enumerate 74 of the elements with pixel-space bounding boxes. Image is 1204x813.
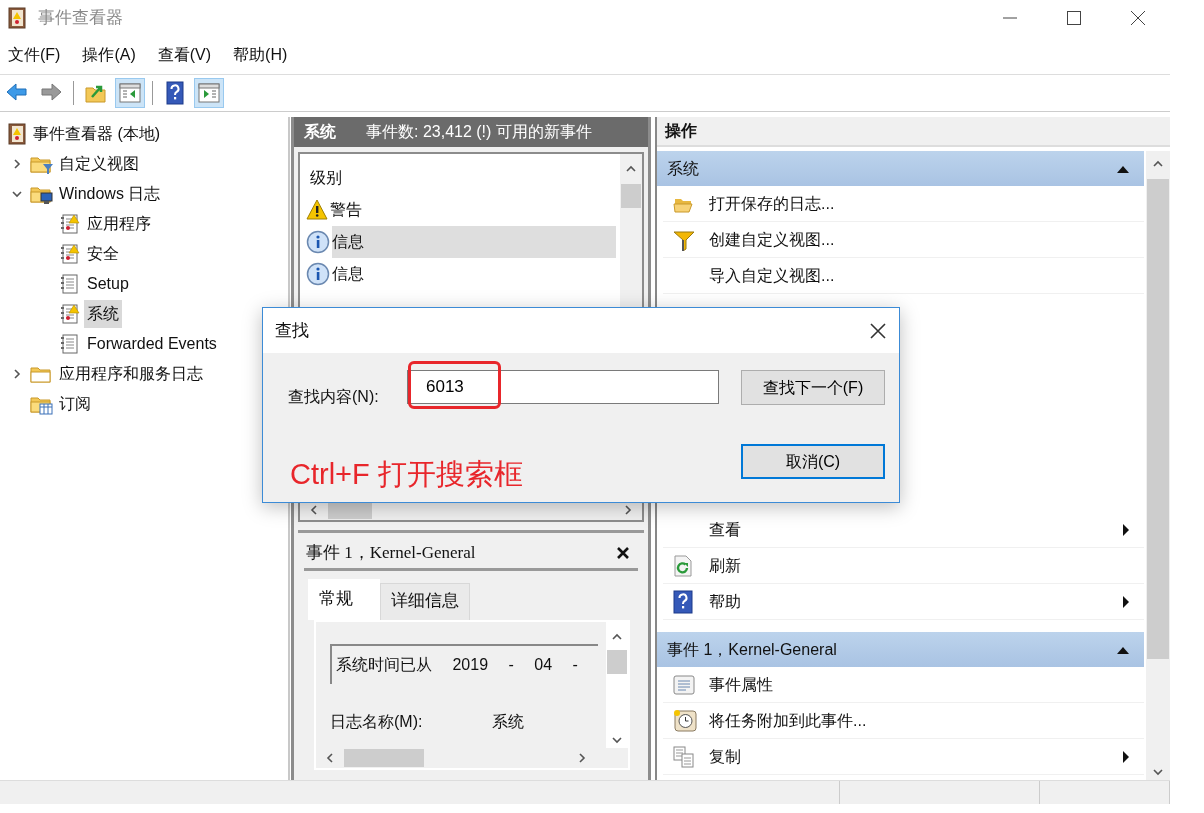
action-item[interactable]: 创建自定义视图...: [709, 227, 1130, 252]
action-item[interactable]: 导入自定义视图...: [709, 263, 1130, 288]
clock-icon: [673, 708, 697, 733]
maximize-icon[interactable]: [1066, 9, 1082, 26]
menu-item[interactable]: 查看(V): [151, 42, 218, 67]
event-level[interactable]: 信息: [332, 226, 616, 258]
log-book-icon: [6, 123, 28, 145]
log-book-icon: [6, 6, 28, 29]
menu-item[interactable]: 文件(F): [2, 42, 67, 67]
tree-item[interactable]: Forwarded Events: [84, 330, 220, 358]
action-item[interactable]: 将任务附加到此事件...: [709, 708, 1130, 733]
refresh-icon: [673, 554, 693, 577]
tree-item[interactable]: 自定义视图: [56, 150, 142, 178]
tree-item[interactable]: 应用程序: [84, 210, 154, 238]
menu-item[interactable]: 帮助(H): [227, 42, 294, 67]
section-header[interactable]: 系统: [657, 151, 1144, 186]
properties-icon: [673, 673, 695, 696]
section-title: 系统: [667, 158, 699, 179]
action-item[interactable]: 查看: [709, 517, 1122, 542]
vertical-scrollbar[interactable]: [1146, 151, 1170, 780]
action-item[interactable]: 复制: [709, 744, 1122, 769]
action-item[interactable]: 事件属性: [709, 672, 1130, 697]
help-icon: [163, 81, 187, 105]
message-text: 系统时间已从 2019 - 04 -: [330, 643, 598, 684]
tree-item[interactable]: Windows 日志: [56, 180, 164, 208]
close-icon[interactable]: [869, 321, 887, 340]
scrollbar-thumb[interactable]: [607, 649, 627, 674]
find-next-button[interactable]: 查找下一个(F): [741, 370, 885, 405]
action-item[interactable]: 帮助: [709, 589, 1122, 614]
tab[interactable]: 详细信息: [380, 583, 470, 620]
field-value: 系统: [492, 711, 525, 732]
section-title: 事件 1，Kernel-General: [667, 639, 837, 660]
close-icon[interactable]: [616, 545, 630, 560]
help-icon: [673, 589, 693, 614]
vertical-scrollbar[interactable]: [606, 621, 628, 748]
detail-title: 事件 1，Kernel-General: [306, 541, 476, 564]
info-icon: [306, 230, 330, 254]
tree-item[interactable]: 订阅: [56, 390, 94, 418]
event-level[interactable]: 警告: [330, 194, 616, 226]
cancel-button[interactable]: 取消(C): [741, 444, 885, 479]
search-field[interactable]: 6013: [407, 370, 719, 404]
warning-icon: [306, 199, 328, 221]
close-icon[interactable]: [1130, 9, 1146, 26]
action-item[interactable]: 刷新: [709, 553, 1130, 578]
log-icon: [60, 243, 82, 265]
scrollbar-thumb[interactable]: [344, 748, 424, 767]
event-level[interactable]: 信息: [332, 258, 616, 290]
tree-item[interactable]: 应用程序和服务日志: [56, 360, 206, 388]
tree-item[interactable]: 系统: [84, 300, 122, 328]
pane-icon: [197, 81, 221, 105]
event-count: 事件数: 23,412 (!) 可用的新事件: [366, 122, 592, 142]
menu-item[interactable]: 操作(A): [76, 42, 142, 67]
field-label: 日志名称(M):: [330, 711, 423, 732]
window-title: 事件查看器: [38, 6, 123, 29]
tree-item[interactable]: Setup: [84, 270, 132, 298]
tree-item[interactable]: 事件查看器 (本地): [30, 120, 164, 148]
action-item[interactable]: 打开保存的日志...: [709, 191, 1130, 216]
section-header[interactable]: 事件 1，Kernel-General: [657, 632, 1144, 667]
log-icon: [60, 303, 82, 325]
scrollbar-thumb[interactable]: [1147, 179, 1169, 659]
log-icon: [60, 213, 82, 235]
copy-icon: [673, 745, 695, 768]
funnel-icon: [673, 228, 695, 251]
tree-item[interactable]: 安全: [84, 240, 122, 268]
pane-title: 系统: [304, 122, 336, 142]
field-label: 查找内容(N):: [288, 387, 379, 407]
pane-title: 操作: [657, 117, 1170, 147]
dialog-title: 查找: [275, 319, 309, 342]
annotation-text: Ctrl+F 打开搜索框: [290, 457, 523, 492]
tab[interactable]: 常规: [308, 579, 380, 620]
pane-icon: [118, 81, 142, 105]
scrollbar-thumb[interactable]: [621, 184, 641, 208]
info-icon: [306, 262, 330, 286]
column-header[interactable]: 级别: [310, 166, 342, 190]
